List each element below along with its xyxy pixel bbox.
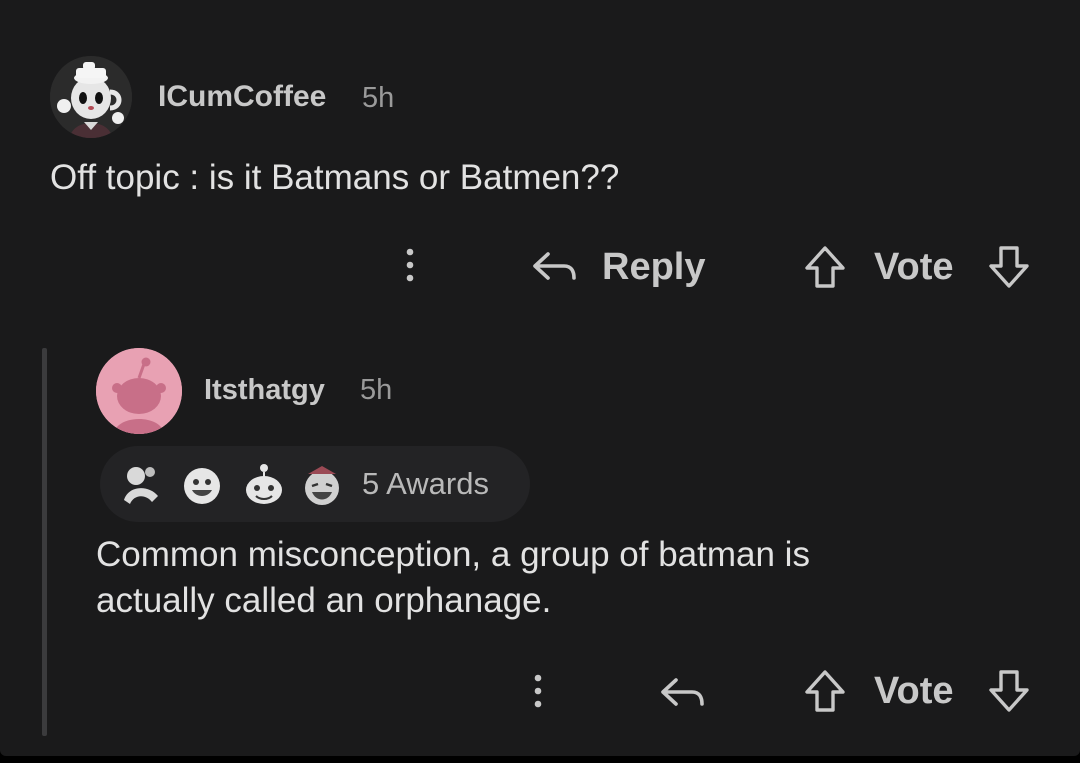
award-laughing-icon (305, 466, 339, 505)
snoo-avatar-icon (96, 348, 182, 434)
more-options-button[interactable] (398, 240, 422, 290)
reply-arrow-icon (533, 252, 576, 280)
awards-button[interactable]: 5 Awards (100, 446, 530, 522)
downvote-button[interactable] (984, 666, 1034, 721)
downvote-arrow-icon (989, 670, 1029, 712)
comment-body-line: Common misconception, a group of batman … (96, 535, 810, 574)
vertical-ellipsis-icon (406, 248, 414, 282)
cartoon-avatar-icon (50, 56, 132, 138)
awards-count: 5 Awards (362, 466, 489, 501)
upvote-arrow-icon (805, 670, 845, 712)
username[interactable]: Itsthatgy (204, 374, 325, 407)
comment-body: Common misconception, a group of batman … (96, 532, 996, 624)
upvote-button[interactable] (800, 242, 850, 297)
timestamp: 5h (360, 374, 393, 406)
vote-controls: Vote (800, 242, 1036, 298)
award-face-icon (184, 468, 220, 504)
award-wholesome-icon (124, 467, 158, 504)
downvote-arrow-icon (989, 246, 1029, 288)
upvote-arrow-icon (805, 246, 845, 288)
timestamp: 5h (362, 82, 395, 114)
username[interactable]: ICumCoffee (158, 80, 326, 114)
avatar[interactable] (50, 56, 132, 138)
comment-body-line: actually called an orphanage. (96, 581, 552, 620)
comment-thread: ICumCoffee 5h Off topic : is it Batmans … (0, 0, 1080, 756)
avatar[interactable] (96, 348, 182, 434)
reply-label: Reply (602, 246, 706, 288)
vote-label: Vote (874, 246, 954, 288)
reply-arrow-icon (661, 678, 704, 706)
more-options-button[interactable] (526, 666, 550, 716)
vote-controls: Vote (800, 666, 1036, 722)
comment-body: Off topic : is it Batmans or Batmen?? (50, 158, 620, 197)
award-snoo-icon (246, 464, 282, 504)
vertical-ellipsis-icon (534, 674, 542, 708)
downvote-button[interactable] (984, 242, 1034, 297)
reply-button[interactable]: Reply (530, 242, 720, 292)
vote-label: Vote (874, 670, 954, 712)
upvote-button[interactable] (800, 666, 850, 721)
comment-top: ICumCoffee 5h Off topic : is it Batmans … (0, 0, 1080, 320)
reply-button[interactable] (658, 668, 710, 718)
thread-collapse-line[interactable] (42, 348, 47, 736)
